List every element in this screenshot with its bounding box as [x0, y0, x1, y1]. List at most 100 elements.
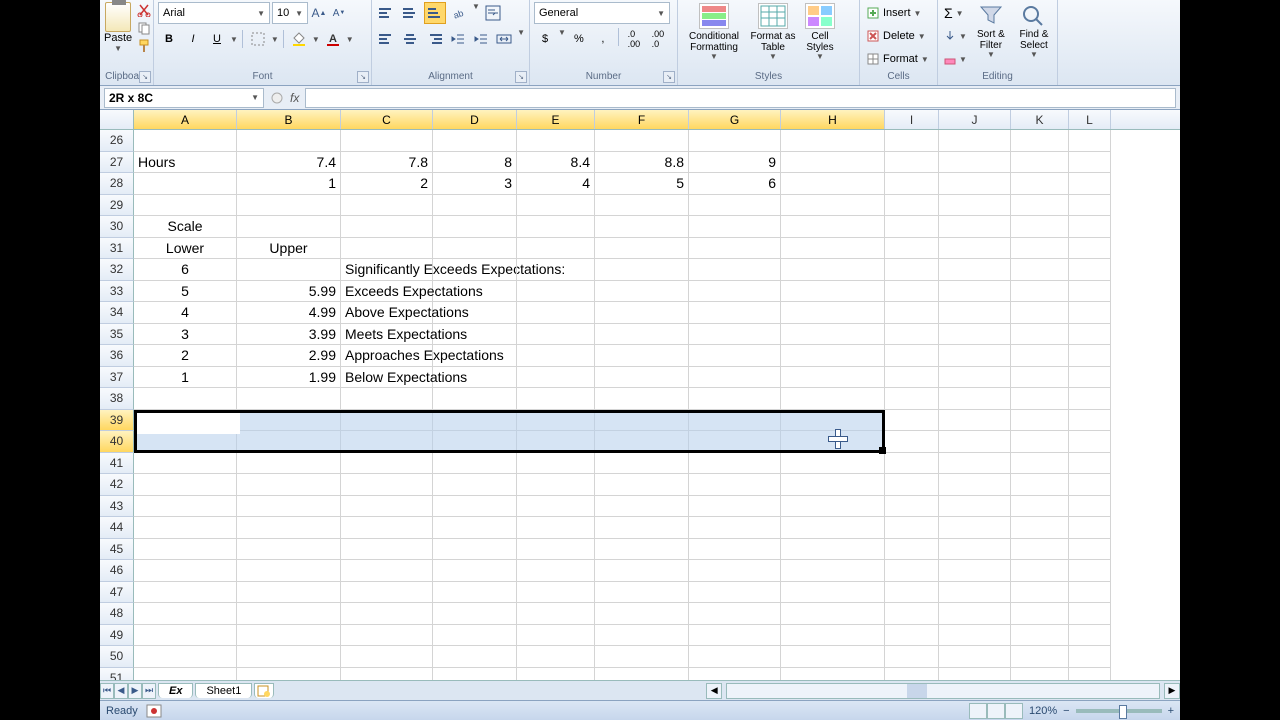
- cell[interactable]: [885, 302, 939, 324]
- cell[interactable]: [689, 560, 781, 582]
- cell[interactable]: [517, 130, 595, 152]
- cell[interactable]: [341, 625, 433, 647]
- cell[interactable]: [1069, 216, 1111, 238]
- cell[interactable]: [595, 216, 689, 238]
- row-header-30[interactable]: 30: [100, 216, 134, 238]
- cell[interactable]: [939, 668, 1011, 681]
- cell[interactable]: [781, 238, 885, 260]
- cell[interactable]: [595, 410, 689, 432]
- cell[interactable]: [517, 410, 595, 432]
- cell[interactable]: [689, 216, 781, 238]
- cell[interactable]: [595, 431, 689, 453]
- cell[interactable]: [517, 496, 595, 518]
- cell[interactable]: [595, 388, 689, 410]
- cell[interactable]: [939, 388, 1011, 410]
- cell[interactable]: [1069, 324, 1111, 346]
- cell[interactable]: [341, 238, 433, 260]
- cell[interactable]: [134, 582, 237, 604]
- cell[interactable]: [689, 324, 781, 346]
- font-color-button[interactable]: A: [322, 28, 344, 50]
- cell[interactable]: [595, 238, 689, 260]
- cell[interactable]: [689, 302, 781, 324]
- cell-C36[interactable]: Approaches Expectations: [341, 345, 433, 367]
- cell[interactable]: [1069, 668, 1111, 681]
- cell[interactable]: [433, 517, 517, 539]
- borders-button[interactable]: [247, 28, 269, 50]
- cell-A31[interactable]: Lower: [134, 238, 237, 260]
- cell[interactable]: [1069, 195, 1111, 217]
- cell[interactable]: [517, 582, 595, 604]
- cell[interactable]: [1011, 431, 1069, 453]
- cell[interactable]: [237, 410, 341, 432]
- cell-A32[interactable]: 6: [134, 259, 237, 281]
- cell[interactable]: [134, 560, 237, 582]
- zoom-in-button[interactable]: +: [1168, 705, 1174, 717]
- cell[interactable]: [939, 173, 1011, 195]
- cell[interactable]: [517, 646, 595, 668]
- col-header-I[interactable]: I: [885, 110, 939, 129]
- col-header-E[interactable]: E: [517, 110, 595, 129]
- cell[interactable]: [939, 582, 1011, 604]
- cell[interactable]: [1069, 646, 1111, 668]
- cell[interactable]: [781, 431, 885, 453]
- find-select-button[interactable]: Find & Select▼: [1013, 2, 1055, 61]
- cell-F27[interactable]: 8.8: [595, 152, 689, 174]
- cell[interactable]: [885, 367, 939, 389]
- accounting-format-button[interactable]: $: [534, 28, 556, 50]
- cell[interactable]: [1011, 152, 1069, 174]
- cell[interactable]: [689, 410, 781, 432]
- cell[interactable]: [517, 281, 595, 303]
- row-header-45[interactable]: 45: [100, 539, 134, 561]
- cell[interactable]: [517, 668, 595, 681]
- row-header-32[interactable]: 32: [100, 259, 134, 281]
- cell-B35[interactable]: 3.99: [237, 324, 341, 346]
- formula-input[interactable]: [305, 88, 1176, 108]
- cell[interactable]: [517, 388, 595, 410]
- cell[interactable]: [517, 625, 595, 647]
- cell[interactable]: [939, 431, 1011, 453]
- cell[interactable]: [1069, 302, 1111, 324]
- row-header-28[interactable]: 28: [100, 173, 134, 195]
- cell[interactable]: [781, 539, 885, 561]
- cell[interactable]: [885, 582, 939, 604]
- cell[interactable]: [1069, 345, 1111, 367]
- cell[interactable]: [595, 259, 689, 281]
- cell[interactable]: [939, 324, 1011, 346]
- align-top-button[interactable]: [376, 2, 398, 24]
- cell-D27[interactable]: 8: [433, 152, 517, 174]
- cell[interactable]: [781, 625, 885, 647]
- cell[interactable]: [237, 259, 341, 281]
- fill-button[interactable]: ▼: [942, 25, 969, 47]
- cell-styles-button[interactable]: Cell Styles▼: [800, 2, 840, 63]
- number-format-dropdown[interactable]: General▼: [534, 2, 670, 24]
- cell-B37[interactable]: 1.99: [237, 367, 341, 389]
- row-header-29[interactable]: 29: [100, 195, 134, 217]
- cell[interactable]: [517, 517, 595, 539]
- cell[interactable]: [595, 582, 689, 604]
- cell[interactable]: [1069, 410, 1111, 432]
- cell[interactable]: [885, 259, 939, 281]
- tab-first-icon[interactable]: ⏮: [100, 683, 114, 699]
- cell[interactable]: [885, 668, 939, 681]
- cell[interactable]: [689, 496, 781, 518]
- cell[interactable]: [595, 281, 689, 303]
- cell[interactable]: [781, 152, 885, 174]
- cell[interactable]: [595, 474, 689, 496]
- insert-button[interactable]: Insert▼: [864, 2, 933, 24]
- cell[interactable]: [237, 195, 341, 217]
- conditional-formatting-button[interactable]: Conditional Formatting▼: [682, 2, 746, 63]
- cell[interactable]: [237, 388, 341, 410]
- cell[interactable]: [517, 195, 595, 217]
- cell[interactable]: [595, 668, 689, 681]
- cell[interactable]: [885, 345, 939, 367]
- cell[interactable]: [517, 431, 595, 453]
- cell[interactable]: [517, 238, 595, 260]
- horizontal-scrollbar[interactable]: [726, 683, 1160, 699]
- cell[interactable]: [781, 453, 885, 475]
- cell[interactable]: [134, 130, 237, 152]
- cell[interactable]: [595, 345, 689, 367]
- fx-icon[interactable]: fx: [290, 91, 299, 105]
- cell[interactable]: [134, 668, 237, 681]
- cell-B27[interactable]: 7.4: [237, 152, 341, 174]
- cell[interactable]: [885, 388, 939, 410]
